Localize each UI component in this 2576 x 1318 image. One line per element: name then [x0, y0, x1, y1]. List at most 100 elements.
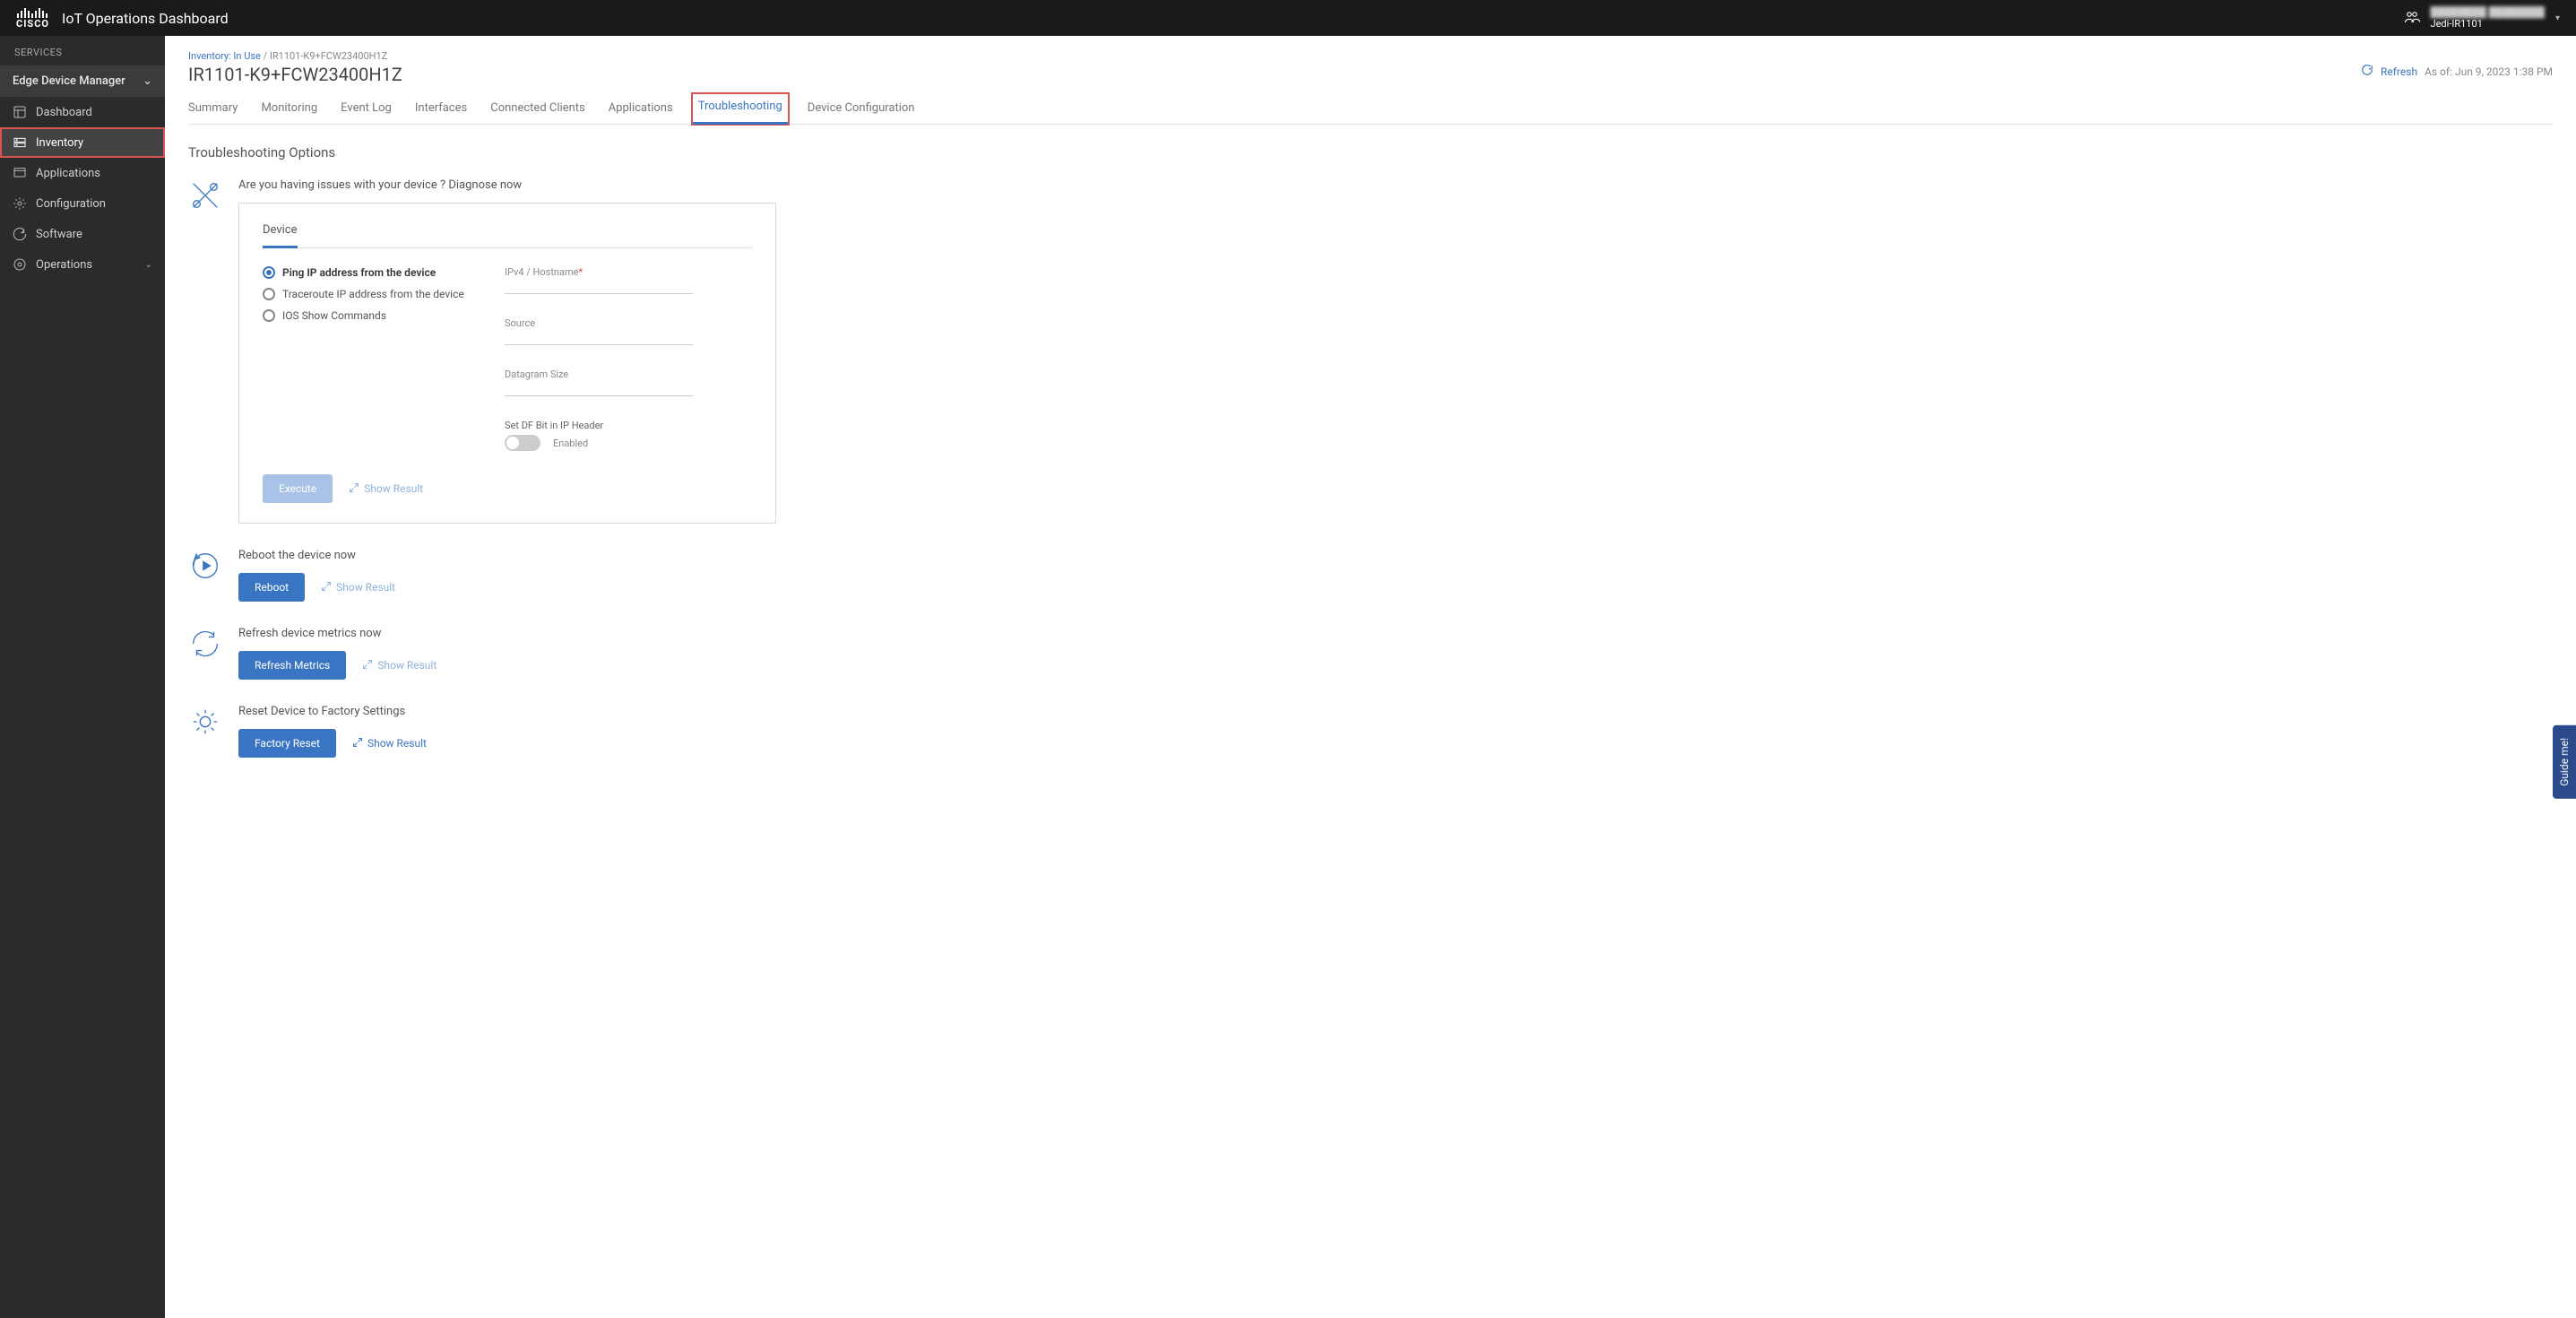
dashboard-icon — [13, 105, 27, 119]
chevron-down-icon: ⌄ — [145, 260, 152, 270]
breadcrumb-link[interactable]: Inventory: In Use — [188, 50, 261, 62]
field-df: Set DF Bit in IP Header Enabled — [505, 420, 752, 451]
field-label-source: Source — [505, 317, 752, 329]
sidebar-item-dashboard[interactable]: Dashboard — [0, 97, 165, 127]
ip-input[interactable] — [505, 280, 693, 294]
inventory-icon — [13, 135, 27, 150]
show-result-label: Show Result — [377, 659, 437, 672]
radio-traceroute[interactable]: Traceroute IP address from the device — [263, 288, 469, 300]
show-result-label: Show Result — [364, 482, 423, 495]
factory-reset-button[interactable]: Factory Reset — [238, 729, 336, 758]
field-source: Source — [505, 317, 752, 345]
field-label-ip: IPv4 / Hostname — [505, 266, 578, 278]
sidebar-item-label: Software — [36, 228, 82, 241]
tab-troubleshooting[interactable]: Troubleshooting — [691, 92, 790, 126]
source-input[interactable] — [505, 331, 693, 345]
section-title: Troubleshooting Options — [188, 144, 2553, 160]
device-card-tab: Device — [263, 223, 752, 248]
chevron-down-icon: ⌄ — [143, 74, 152, 88]
show-result-link[interactable]: Show Result — [321, 581, 395, 594]
org-subtitle: Jedi-IR1101 — [2431, 18, 2483, 30]
sidebar-item-operations[interactable]: Operations ⌄ — [0, 249, 165, 280]
sidebar-section-edm[interactable]: Edge Device Manager ⌄ — [0, 65, 165, 97]
toggle-enabled-label: Enabled — [553, 438, 588, 449]
breadcrumb: Inventory: In Use / IR1101-K9+FCW23400H1… — [188, 50, 2553, 62]
sidebar-item-software[interactable]: Software — [0, 219, 165, 249]
chevron-down-icon[interactable]: ▾ — [2555, 13, 2560, 23]
sidebar: SERVICES Edge Device Manager ⌄ Dashboard… — [0, 36, 165, 1318]
refresh-timestamp: As of: Jun 9, 2023 1:38 PM — [2425, 65, 2553, 78]
radio-ping[interactable]: Ping IP address from the device — [263, 266, 469, 279]
main-content: Inventory: In Use / IR1101-K9+FCW23400H1… — [165, 36, 2576, 1318]
refresh-metrics-button[interactable]: Refresh Metrics — [238, 651, 346, 680]
show-result-link[interactable]: Show Result — [349, 482, 423, 496]
fields: IPv4 / Hostname* Source Datagram Size — [505, 266, 752, 451]
tabs: Summary Monitoring Event Log Interfaces … — [188, 94, 2553, 125]
guide-me-tab[interactable]: Guide me! — [2553, 725, 2576, 799]
factory-icon — [188, 705, 222, 739]
radio-group: Ping IP address from the device Tracerou… — [263, 266, 469, 451]
people-icon[interactable] — [2404, 9, 2420, 28]
metrics-icon — [188, 627, 222, 661]
topbar: CISCO IoT Operations Dashboard ████████ … — [0, 0, 2576, 36]
sidebar-item-label: Applications — [36, 167, 100, 180]
cisco-logo: CISCO — [16, 7, 49, 29]
reboot-actions: Reboot Show Result — [238, 573, 2553, 602]
sidebar-section-label: Edge Device Manager — [13, 74, 125, 88]
org-name: ████████ ████████ — [2431, 6, 2545, 18]
sidebar-item-configuration[interactable]: Configuration — [0, 188, 165, 219]
field-label-datagram: Datagram Size — [505, 369, 752, 380]
reboot-icon — [188, 549, 222, 583]
refresh-icon[interactable] — [2361, 64, 2373, 79]
expand-icon — [362, 659, 373, 672]
diagnose-actions: Execute Show Result — [263, 474, 752, 503]
tab-monitoring[interactable]: Monitoring — [261, 94, 317, 124]
metrics-prompt: Refresh device metrics now — [238, 627, 2553, 640]
sidebar-nav: Dashboard Inventory Applications Configu… — [0, 97, 165, 280]
sidebar-item-applications[interactable]: Applications — [0, 158, 165, 188]
sidebar-item-label: Inventory — [36, 136, 83, 150]
expand-icon — [352, 737, 363, 750]
device-card-tab-label[interactable]: Device — [263, 223, 298, 248]
diagnose-icon — [188, 178, 222, 212]
execute-button[interactable]: Execute — [263, 474, 333, 503]
org-selector[interactable]: ████████ ████████ Jedi-IR1101 — [2431, 6, 2545, 30]
radio-dot-icon — [263, 309, 275, 322]
topbar-left: CISCO IoT Operations Dashboard — [16, 7, 229, 29]
breadcrumb-current: IR1101-K9+FCW23400H1Z — [270, 50, 387, 62]
refresh-block: Refresh As of: Jun 9, 2023 1:38 PM — [2361, 64, 2553, 79]
show-result-link[interactable]: Show Result — [362, 659, 437, 672]
sidebar-services-label: SERVICES — [0, 36, 165, 65]
field-ip: IPv4 / Hostname* — [505, 266, 752, 294]
refresh-link[interactable]: Refresh — [2381, 65, 2417, 78]
df-toggle[interactable] — [505, 435, 540, 451]
expand-icon — [321, 581, 332, 594]
apps-icon — [13, 166, 27, 180]
device-card: Device Ping IP address from the device T… — [238, 203, 776, 524]
tab-connected-clients[interactable]: Connected Clients — [490, 94, 584, 124]
tab-applications[interactable]: Applications — [609, 94, 673, 124]
sidebar-item-inventory[interactable]: Inventory — [0, 127, 165, 158]
show-result-link[interactable]: Show Result — [352, 737, 427, 750]
field-datagram: Datagram Size — [505, 369, 752, 396]
expand-icon — [349, 482, 359, 496]
reboot-button[interactable]: Reboot — [238, 573, 305, 602]
tab-event-log[interactable]: Event Log — [341, 94, 392, 124]
datagram-input[interactable] — [505, 382, 693, 396]
tab-device-configuration[interactable]: Device Configuration — [808, 94, 915, 124]
factory-actions: Factory Reset Show Result — [238, 729, 2553, 758]
breadcrumb-sep: / — [264, 50, 270, 62]
factory-prompt: Reset Device to Factory Settings — [238, 705, 2553, 718]
tab-interfaces[interactable]: Interfaces — [415, 94, 467, 124]
radio-label: Traceroute IP address from the device — [282, 288, 464, 300]
radio-ios-show[interactable]: IOS Show Commands — [263, 309, 469, 322]
radio-dot-icon — [263, 266, 275, 279]
diagnose-row: Are you having issues with your device ?… — [188, 178, 2553, 524]
metrics-actions: Refresh Metrics Show Result — [238, 651, 2553, 680]
app-title: IoT Operations Dashboard — [62, 10, 229, 27]
radio-label: IOS Show Commands — [282, 309, 386, 322]
topbar-right: ████████ ████████ Jedi-IR1101 ▾ — [2404, 6, 2560, 30]
operations-icon — [13, 257, 27, 272]
tab-summary[interactable]: Summary — [188, 94, 238, 124]
page-title: IR1101-K9+FCW23400H1Z — [188, 64, 402, 85]
